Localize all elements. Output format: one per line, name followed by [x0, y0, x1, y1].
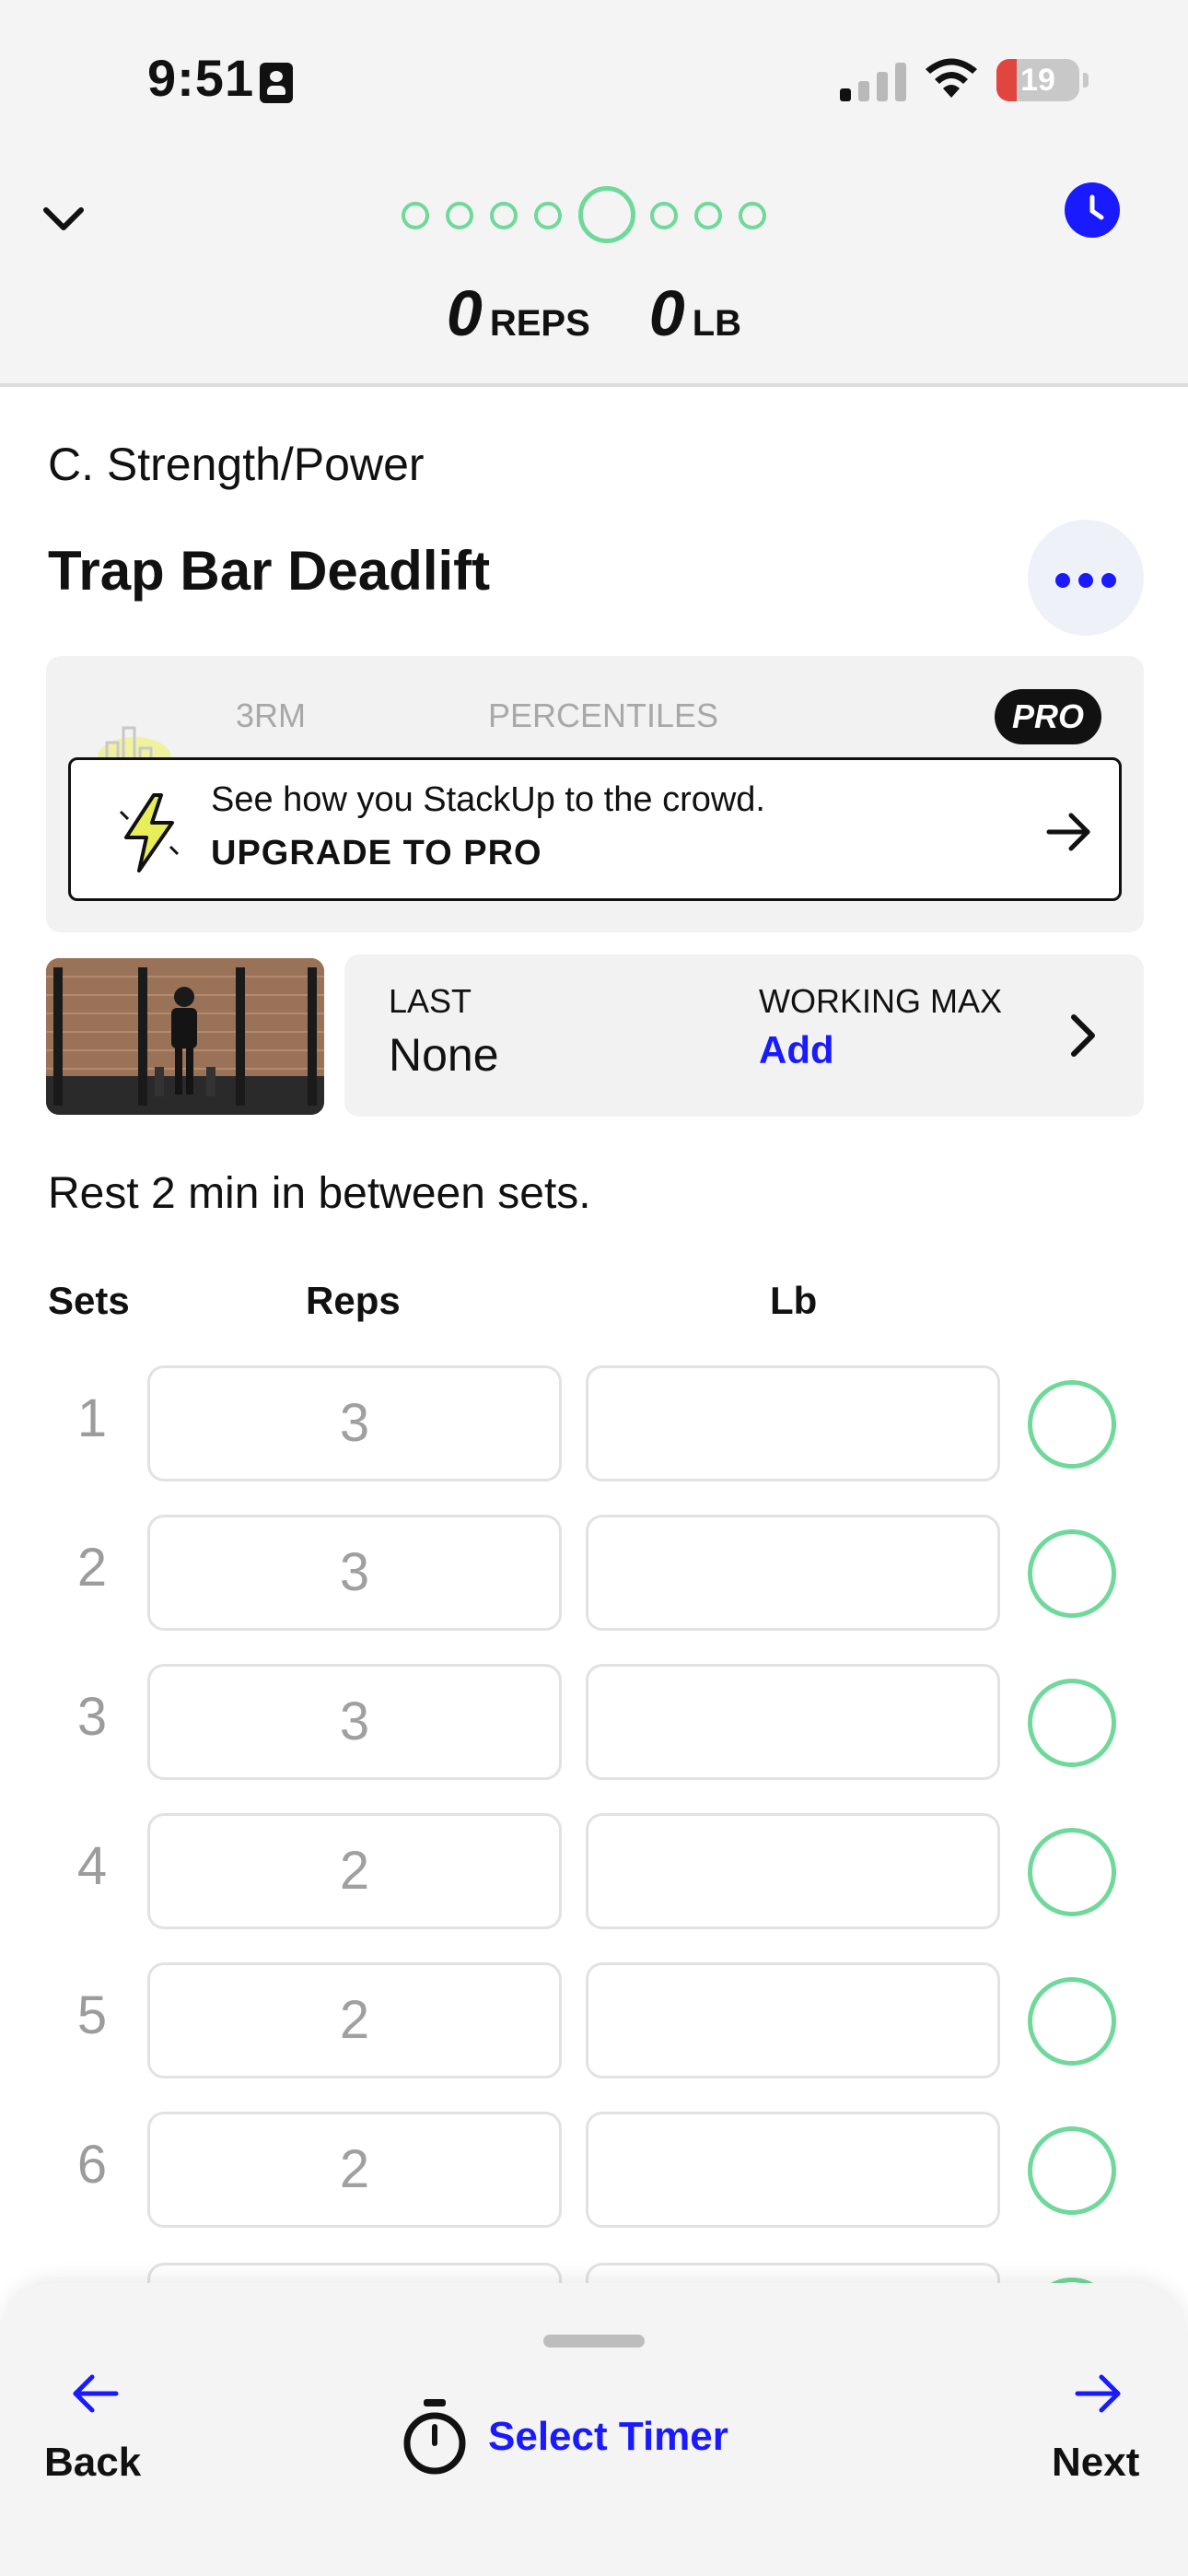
- set-number: 2: [76, 1538, 108, 1598]
- lb-input[interactable]: [586, 1813, 1000, 1929]
- tab-3rm[interactable]: 3RM: [236, 697, 306, 735]
- volume-summary: 0 REPS 0 LB: [0, 276, 1188, 350]
- workout-header: 0 REPS 0 LB: [0, 157, 1188, 387]
- set-number: 6: [76, 2135, 108, 2195]
- set-row: 1 3: [0, 1365, 1188, 1481]
- exercise-progress: [398, 186, 785, 243]
- wifi-icon: [926, 58, 977, 98]
- reps-column-header: Reps: [306, 1279, 401, 1322]
- last-value: None: [389, 1029, 499, 1081]
- progress-dot[interactable]: [739, 202, 766, 229]
- reps-unit: REPS: [489, 303, 590, 344]
- reps-input[interactable]: 2: [147, 2112, 562, 2228]
- pro-badge: PRO: [995, 689, 1101, 744]
- weight-total: 0: [648, 277, 685, 349]
- select-timer-label: Select Timer: [488, 2414, 728, 2459]
- set-row: 3 3: [0, 1664, 1188, 1780]
- arrow-left-icon: [73, 2374, 119, 2413]
- clock-button[interactable]: [1065, 182, 1120, 238]
- status-bar: 9:51 19: [0, 0, 1188, 157]
- progress-dot[interactable]: [402, 202, 429, 229]
- set-row: 2 3: [0, 1515, 1188, 1631]
- weight-unit: LB: [692, 303, 742, 344]
- stopwatch-icon: [403, 2399, 466, 2475]
- reps-input[interactable]: 3: [147, 1664, 562, 1780]
- reps-input[interactable]: 2: [147, 1813, 562, 1929]
- set-number: 4: [76, 1836, 108, 1896]
- complete-set-toggle[interactable]: [1028, 1977, 1116, 2066]
- cellular-signal-icon: [840, 63, 906, 101]
- lb-input[interactable]: [586, 1664, 1000, 1780]
- set-row: 4 2: [0, 1813, 1188, 1929]
- complete-set-toggle[interactable]: [1028, 1380, 1116, 1469]
- pro-stats-card: 3RM PERCENTILES PRO See how you StackUp …: [46, 656, 1144, 932]
- chevron-down-icon[interactable]: [41, 195, 87, 241]
- back-label: Back: [44, 2440, 142, 2485]
- complete-set-toggle[interactable]: [1028, 1529, 1116, 1618]
- upgrade-message: See how you StackUp to the crowd.: [211, 780, 765, 819]
- upgrade-cta: UPGRADE TO PRO: [211, 834, 542, 872]
- gym-image: [46, 958, 324, 1115]
- lb-input[interactable]: [586, 1962, 1000, 2078]
- progress-dot[interactable]: [490, 202, 518, 229]
- progress-dot-current[interactable]: [578, 186, 635, 243]
- complete-set-toggle[interactable]: [1028, 1679, 1116, 1767]
- last-label: LAST: [389, 982, 472, 1020]
- reps-input[interactable]: 3: [147, 1365, 562, 1481]
- lb-input[interactable]: [586, 1365, 1000, 1481]
- add-working-max-link[interactable]: Add: [759, 1028, 834, 1072]
- reps-input[interactable]: 2: [147, 1962, 562, 2078]
- working-max-label: WORKING MAX: [759, 982, 1003, 1020]
- section-label: C. Strength/Power: [48, 439, 425, 490]
- reps-total: 0: [446, 277, 483, 349]
- upgrade-banner[interactable]: See how you StackUp to the crowd. UPGRAD…: [68, 757, 1122, 901]
- lb-input[interactable]: [586, 2112, 1000, 2228]
- lb-input[interactable]: [586, 1515, 1000, 1631]
- battery-icon: 19: [996, 59, 1079, 101]
- progress-dot[interactable]: [694, 202, 722, 229]
- status-time: 9:51: [147, 49, 255, 107]
- set-number: 3: [76, 1687, 108, 1747]
- history-card[interactable]: LAST None WORKING MAX Add: [344, 954, 1144, 1117]
- progress-dot[interactable]: [446, 202, 473, 229]
- bottom-action-sheet: Back Select Timer Next: [0, 2283, 1188, 2576]
- next-label: Next: [1052, 2440, 1140, 2485]
- set-number: 1: [76, 1388, 108, 1448]
- arrow-right-icon: [1046, 813, 1090, 851]
- tab-percentiles[interactable]: PERCENTILES: [488, 697, 718, 735]
- set-row: 6 2: [0, 2112, 1188, 2228]
- more-options-button[interactable]: [1028, 520, 1144, 636]
- exercise-title: Trap Bar Deadlift: [48, 540, 491, 602]
- reps-input[interactable]: 3: [147, 1515, 562, 1631]
- complete-set-toggle[interactable]: [1028, 2126, 1116, 2215]
- chevron-right-icon: [1071, 1014, 1095, 1057]
- lb-column-header: Lb: [770, 1279, 818, 1322]
- sheet-drag-handle[interactable]: [543, 2335, 645, 2348]
- clock-icon: [1089, 194, 1104, 220]
- exercise-video-thumbnail[interactable]: [46, 958, 324, 1115]
- select-timer-button[interactable]: Select Timer: [398, 2395, 785, 2478]
- back-button[interactable]: Back: [28, 2366, 166, 2495]
- progress-dot[interactable]: [534, 202, 562, 229]
- complete-set-toggle[interactable]: [1028, 1828, 1116, 1916]
- next-button[interactable]: Next: [1031, 2366, 1170, 2495]
- rest-instructions: Rest 2 min in between sets.: [48, 1169, 591, 1218]
- contact-card-icon: [260, 63, 293, 103]
- progress-dot[interactable]: [650, 202, 678, 229]
- arrow-right-icon: [1075, 2374, 1121, 2413]
- lightning-icon: [119, 793, 180, 872]
- battery-level: 19: [1020, 63, 1055, 98]
- set-row: 5 2: [0, 1962, 1188, 2078]
- sets-column-header: Sets: [48, 1279, 130, 1322]
- set-number: 5: [76, 1985, 108, 2045]
